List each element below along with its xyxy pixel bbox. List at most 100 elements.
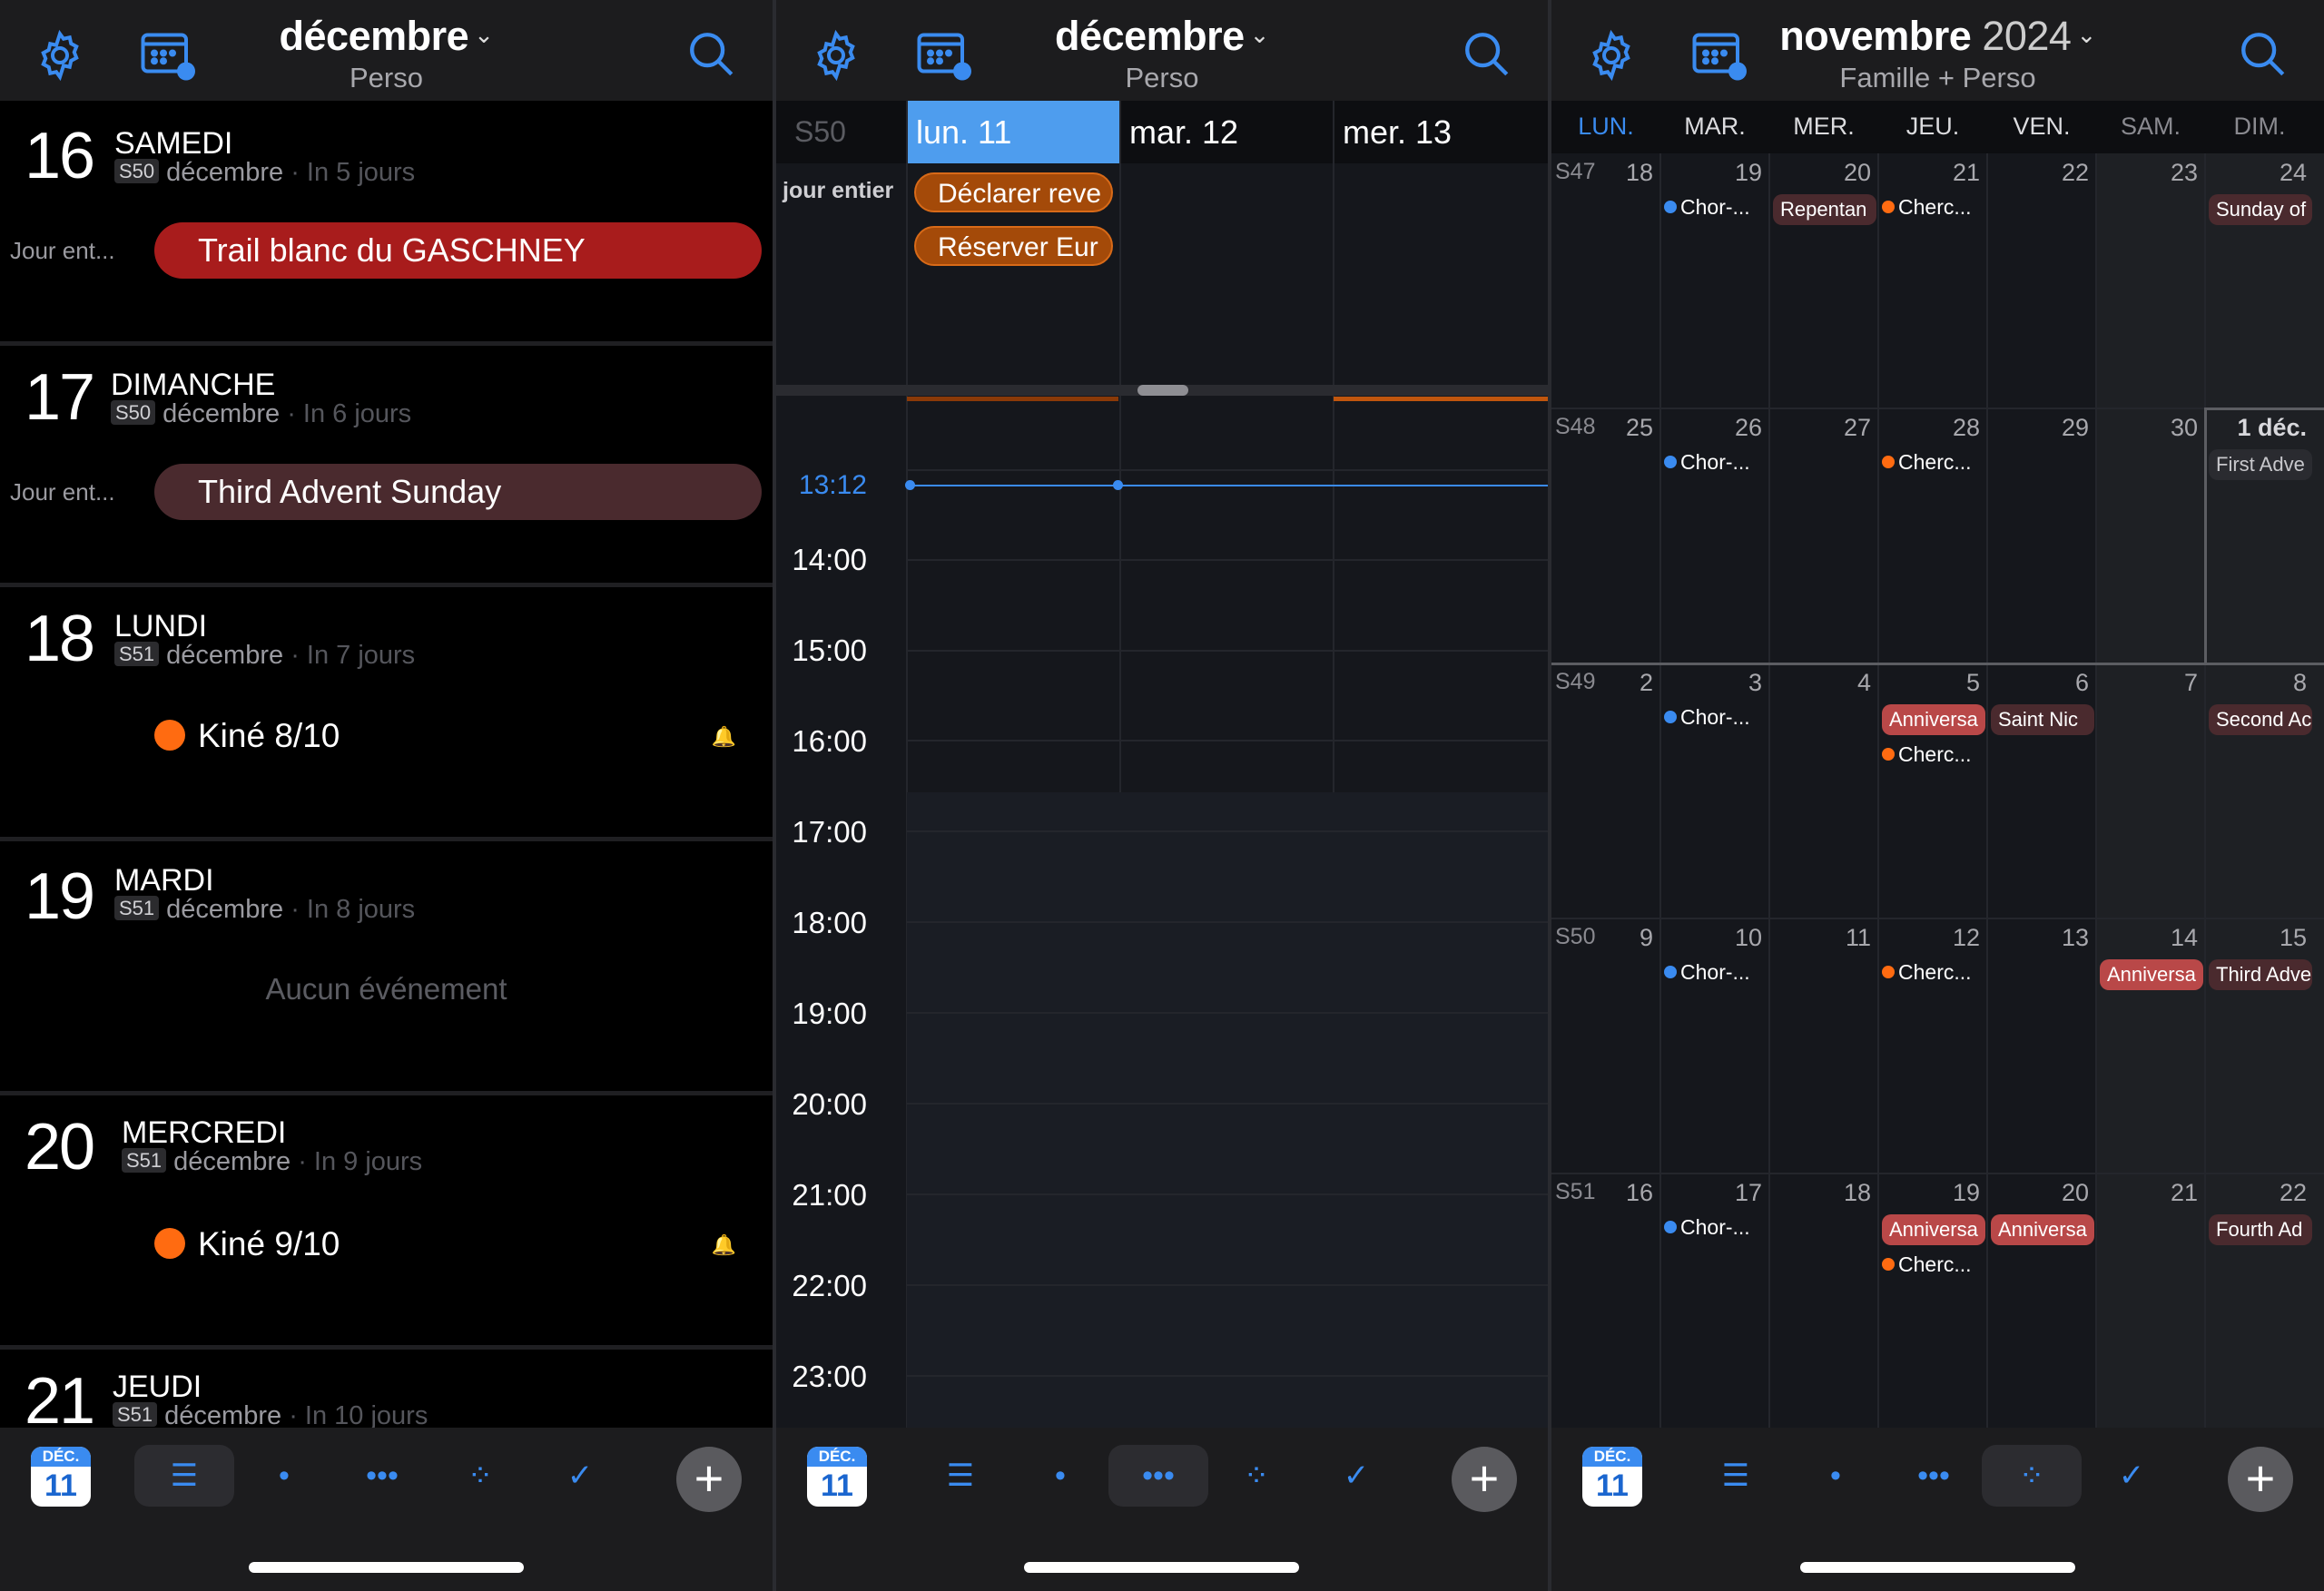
day-name: JEUDI xyxy=(113,1370,202,1404)
month-cell[interactable]: 24 Sunday of xyxy=(2205,153,2314,408)
event-row[interactable]: Kiné 8/10 xyxy=(154,717,340,755)
month-event[interactable]: Chor-... xyxy=(1664,1215,1768,1240)
month-cell[interactable]: 15 Third Adve xyxy=(2205,918,2314,1173)
month-event[interactable]: Cherc... xyxy=(1882,960,1985,985)
month-title[interactable]: décembre ⌄ xyxy=(0,13,773,60)
add-event-button[interactable]: + xyxy=(676,1447,742,1512)
allday-event[interactable]: Réserver Eur xyxy=(914,226,1113,266)
event-row[interactable]: Kiné 9/10 xyxy=(154,1225,340,1263)
month-cell[interactable]: 1 déc. First Adve xyxy=(2205,408,2314,663)
day-header[interactable]: mer. 13 xyxy=(1334,101,1548,163)
month-cell[interactable]: 21 Cherc... xyxy=(1878,153,1987,408)
month-title[interactable]: décembre ⌄ xyxy=(776,13,1548,60)
month-cell[interactable]: 19 Anniversa Cherc... xyxy=(1878,1174,1987,1428)
month-event-chip[interactable]: First Adve xyxy=(2209,449,2312,480)
week-view-icon[interactable]: ••• xyxy=(332,1445,432,1507)
day-number: 14 xyxy=(2170,924,2198,951)
month-event-chip[interactable]: Fourth Ad xyxy=(2209,1214,2312,1245)
list-view-icon[interactable]: ☰ xyxy=(1686,1445,1786,1507)
month-cell[interactable]: 8 Second Ac xyxy=(2205,663,2314,918)
event-pill[interactable]: Trail blanc du GASCHNEY xyxy=(154,222,762,279)
list-view-icon[interactable]: ☰ xyxy=(911,1445,1010,1507)
month-cell[interactable]: 19 Chor-... xyxy=(1660,153,1769,408)
month-event-chip[interactable]: Anniversa xyxy=(2100,959,2203,990)
month-cell[interactable]: 10 Chor-... xyxy=(1660,918,1769,1173)
month-view-icon[interactable]: ⁘ xyxy=(1206,1445,1306,1507)
month-cell[interactable]: 13 xyxy=(1987,918,2096,1173)
month-event-chip[interactable]: Anniversa xyxy=(1991,1214,2094,1245)
month-cell[interactable]: 27 xyxy=(1769,408,1878,663)
month-cell[interactable]: 11 xyxy=(1769,918,1878,1173)
list-view-icon[interactable]: ☰ xyxy=(134,1445,234,1507)
month-cell[interactable]: S50 9 xyxy=(1551,918,1660,1173)
month-cell[interactable]: S47 18 xyxy=(1551,153,1660,408)
month-event-chip[interactable]: Second Ac xyxy=(2209,704,2312,735)
allday-event[interactable]: Déclarer reve xyxy=(914,172,1113,212)
search-icon[interactable] xyxy=(2237,28,2290,81)
month-cell[interactable]: 20 Anniversa xyxy=(1987,1174,2096,1428)
month-cell[interactable]: 4 xyxy=(1769,663,1878,918)
day-number: 19 xyxy=(1734,159,1762,186)
search-icon[interactable] xyxy=(685,28,738,81)
month-event[interactable]: Cherc... xyxy=(1882,742,1985,767)
day-header[interactable]: mar. 12 xyxy=(1120,101,1334,163)
allday-label: jour entier xyxy=(783,178,894,203)
day-number: 20 xyxy=(1843,159,1871,186)
month-event[interactable]: Cherc... xyxy=(1882,195,1985,220)
month-view-icon[interactable]: ⁘ xyxy=(1982,1445,2082,1507)
month-event-chip[interactable]: Third Adve xyxy=(2209,959,2312,990)
month-cell[interactable]: 17 Chor-... xyxy=(1660,1174,1769,1428)
month-event[interactable]: Chor-... xyxy=(1664,960,1768,985)
month-event-chip[interactable]: Sunday of xyxy=(2209,194,2312,225)
month-event[interactable]: Chor-... xyxy=(1664,450,1768,475)
month-event[interactable]: Cherc... xyxy=(1882,1252,1985,1277)
month-view-icon[interactable]: ⁘ xyxy=(430,1445,530,1507)
tasks-check-icon[interactable]: ✓ xyxy=(1306,1445,1406,1507)
month-cell[interactable]: 18 xyxy=(1769,1174,1878,1428)
week-view-icon[interactable]: ••• xyxy=(1884,1445,1984,1507)
add-event-button[interactable]: + xyxy=(2228,1447,2293,1512)
month-cell[interactable]: S48 25 xyxy=(1551,408,1660,663)
month-title[interactable]: novembre 2024 ⌄ xyxy=(1551,13,2324,60)
month-event-chip[interactable]: Saint Nic xyxy=(1991,704,2094,735)
month-cell[interactable]: 20 Repentan xyxy=(1769,153,1878,408)
month-event[interactable]: Chor-... xyxy=(1664,705,1768,730)
day-number: 25 xyxy=(1625,414,1653,441)
search-icon[interactable] xyxy=(1461,28,1513,81)
month-cell[interactable]: 5 Anniversa Cherc... xyxy=(1878,663,1987,918)
today-button[interactable]: DÉC. 11 xyxy=(31,1447,91,1507)
add-event-button[interactable]: + xyxy=(1452,1447,1517,1512)
month-cell[interactable]: 6 Saint Nic xyxy=(1987,663,2096,918)
month-event[interactable]: Cherc... xyxy=(1882,450,1985,475)
month-cell[interactable]: 7 xyxy=(2096,663,2205,918)
day-view-icon[interactable]: • xyxy=(1010,1445,1110,1507)
week-view-icon[interactable]: ••• xyxy=(1108,1445,1208,1507)
month-cell[interactable]: 22 xyxy=(1987,153,2096,408)
month-cell[interactable]: 21 xyxy=(2096,1174,2205,1428)
month-cell[interactable]: 28 Cherc... xyxy=(1878,408,1987,663)
today-button[interactable]: DÉC. 11 xyxy=(1582,1447,1642,1507)
tasks-check-icon[interactable]: ✓ xyxy=(2082,1445,2181,1507)
month-cell[interactable]: 3 Chor-... xyxy=(1660,663,1769,918)
event-pill[interactable]: Third Advent Sunday xyxy=(154,464,762,520)
month-label: décembre xyxy=(173,1147,291,1176)
day-view-icon[interactable]: • xyxy=(234,1445,334,1507)
today-button[interactable]: DÉC. 11 xyxy=(807,1447,867,1507)
resize-handle[interactable] xyxy=(1137,385,1188,396)
month-cell[interactable]: 26 Chor-... xyxy=(1660,408,1769,663)
tasks-check-icon[interactable]: ✓ xyxy=(530,1445,630,1507)
month-cell[interactable]: 14 Anniversa xyxy=(2096,918,2205,1173)
month-cell[interactable]: 30 xyxy=(2096,408,2205,663)
month-cell[interactable]: 12 Cherc... xyxy=(1878,918,1987,1173)
month-cell[interactable]: S49 2 xyxy=(1551,663,1660,918)
month-cell[interactable]: S51 16 xyxy=(1551,1174,1660,1428)
day-header-selected[interactable]: lun. 11 xyxy=(907,101,1120,163)
month-event-chip[interactable]: Repentan xyxy=(1773,194,1876,225)
month-cell[interactable]: 23 xyxy=(2096,153,2205,408)
month-event[interactable]: Chor-... xyxy=(1664,195,1768,220)
day-view-icon[interactable]: • xyxy=(1786,1445,1886,1507)
month-cell[interactable]: 29 xyxy=(1987,408,2096,663)
month-event-chip[interactable]: Anniversa xyxy=(1882,704,1985,735)
month-cell[interactable]: 22 Fourth Ad xyxy=(2205,1174,2314,1428)
month-event-chip[interactable]: Anniversa xyxy=(1882,1214,1985,1245)
